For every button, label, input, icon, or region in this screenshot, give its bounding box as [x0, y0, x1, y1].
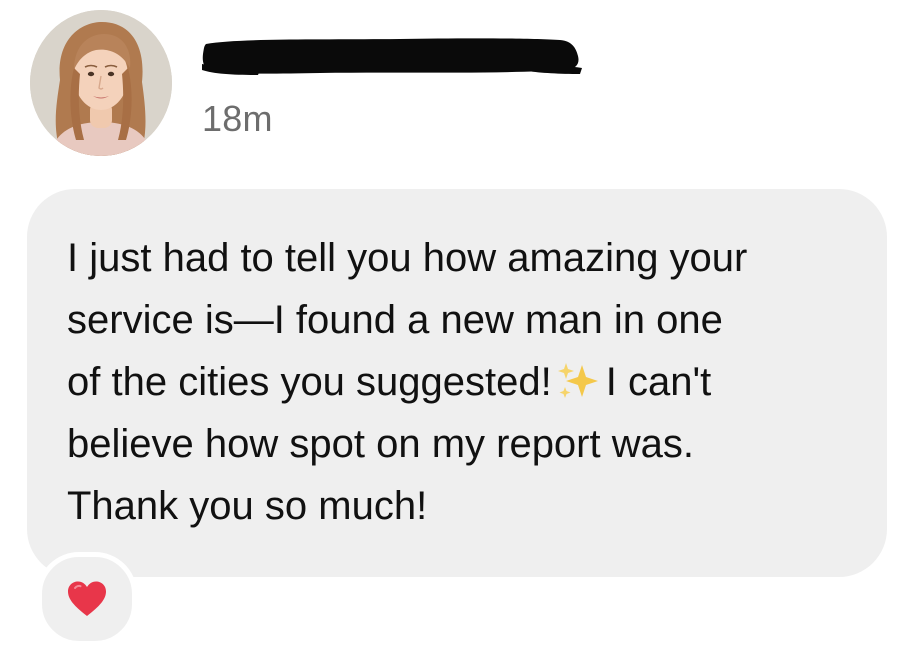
- message-line: I can't: [605, 360, 712, 404]
- message-line: of the cities you suggested!: [67, 360, 552, 404]
- profile-photo-icon: [30, 10, 172, 156]
- message-line: service is—I found a new man in one: [67, 298, 723, 342]
- red-heart-emoji-icon: [68, 581, 106, 616]
- timestamp: 18m: [202, 98, 273, 139]
- redacted-name: [202, 38, 582, 75]
- message-bubble[interactable]: I just had to tell you how amazing your …: [27, 189, 887, 577]
- message-card: 18m I just had to tell you how amazing y…: [0, 0, 924, 661]
- message-line: believe how spot on my report was.: [67, 422, 694, 466]
- reaction-badge[interactable]: [37, 552, 137, 646]
- message-line: I just had to tell you how amazing your: [67, 236, 748, 280]
- sparkles-emoji-icon: [557, 363, 598, 398]
- avatar[interactable]: [30, 10, 172, 156]
- message-line: Thank you so much!: [67, 484, 428, 528]
- message-text: I just had to tell you how amazing your …: [67, 227, 851, 537]
